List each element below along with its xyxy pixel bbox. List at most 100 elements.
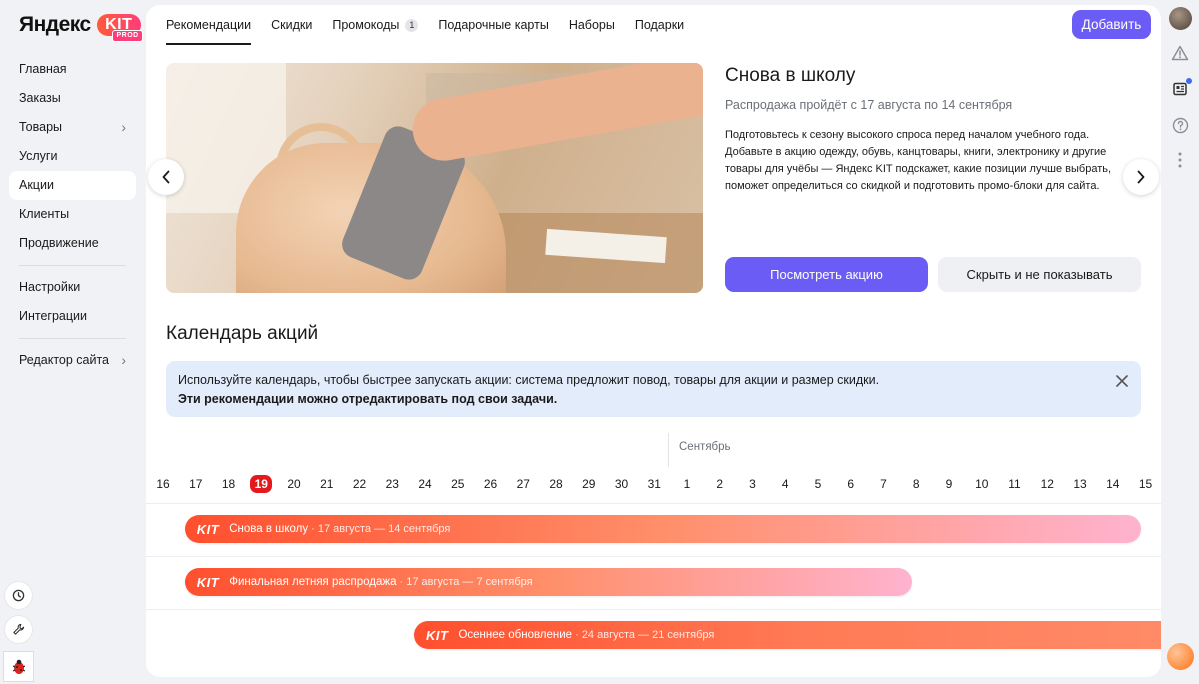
today-day-label: 19 <box>250 475 273 493</box>
promo-subtitle: Распродажа пройдёт с 17 августа по 14 се… <box>725 98 1013 112</box>
carousel-prev-button[interactable] <box>148 159 184 195</box>
sidebar-item-label: Главная <box>19 62 67 76</box>
sidebar-item-label: Заказы <box>19 91 61 105</box>
day-label: 8 <box>912 477 920 491</box>
day-label: 20 <box>287 477 301 491</box>
day-label: 31 <box>647 477 661 491</box>
tab-label: Наборы <box>568 18 615 32</box>
chevron-right-icon <box>1137 170 1145 184</box>
wrench-icon[interactable] <box>5 616 32 643</box>
event-name: Осеннее обновление <box>458 629 573 641</box>
logo-text: Яндекс <box>19 13 91 36</box>
count-badge: 1 <box>405 19 419 32</box>
day-label: 18 <box>221 477 236 491</box>
row-divider <box>146 556 1161 557</box>
day-label: 6 <box>847 477 855 491</box>
sidebar-item-label: Настройки <box>19 280 81 294</box>
add-button[interactable]: Добавить <box>1072 10 1151 39</box>
day-label: 11 <box>1008 477 1021 491</box>
sidebar-item-label: Клиенты <box>19 207 70 221</box>
day-label: 21 <box>320 477 334 491</box>
sidebar-item-orders[interactable]: Заказы <box>9 84 136 113</box>
tab-promocodes[interactable]: Промокоды 1 <box>332 5 419 45</box>
day-label: 13 <box>1073 477 1087 491</box>
promo-title: Снова в школу <box>725 65 856 86</box>
day-label: 22 <box>352 477 367 491</box>
info-text: Используйте календарь, чтобы быстрее зап… <box>178 373 880 387</box>
hide-promotion-button[interactable]: Скрыть и не показывать <box>938 257 1141 292</box>
sidebar-item-clients[interactable]: Клиенты <box>9 200 136 229</box>
sidebar-item-site-editor[interactable]: Редактор сайта › <box>9 346 136 375</box>
calendar-event-bar[interactable]: KIT Осеннее обновление · 24 августа — 21 с… <box>414 621 1161 649</box>
logo-prod-badge: PROD <box>112 30 143 42</box>
sidebar-item-marketing[interactable]: Продвижение <box>9 229 136 258</box>
sidebar-item-settings[interactable]: Настройки <box>9 273 136 302</box>
info-banner: Используйте календарь, чтобы быстрее зап… <box>166 361 1141 417</box>
tab-discounts[interactable]: Скидки <box>271 5 312 45</box>
event-dates: · 24 августа — 21 сентября <box>575 629 715 641</box>
logo-kit: KIT PROD <box>96 14 143 42</box>
day-label: 24 <box>418 477 432 491</box>
sidebar-item-label: Интеграции <box>19 309 88 323</box>
chevron-left-icon <box>162 170 170 184</box>
kit-logo-icon: KIT <box>196 521 220 537</box>
month-divider <box>668 433 669 467</box>
avatar[interactable] <box>1169 7 1192 30</box>
day-label: 14 <box>1106 477 1120 491</box>
sidebar-item-promotions[interactable]: Акции <box>9 171 136 200</box>
event-name: Снова в школу <box>229 523 309 535</box>
calendar-title: Календарь акций <box>166 323 319 344</box>
calendar-days: 16 17 18 19 20 21 22 23 24 25 26 27 28 29 30 31 1 2 3 4 5 6 7 8… <box>146 475 1161 493</box>
tab-gifts[interactable]: Подарки <box>635 5 684 45</box>
tab-label: Подарочные карты <box>438 18 549 32</box>
close-icon[interactable] <box>1115 373 1129 393</box>
notification-dot <box>1186 78 1192 84</box>
more-icon[interactable] <box>1168 148 1192 172</box>
divider <box>19 338 126 339</box>
day-label: 10 <box>975 477 989 491</box>
day-label: 17 <box>189 477 203 491</box>
sidebar-item-integrations[interactable]: Интеграции <box>9 302 136 331</box>
chevron-right-icon: › <box>121 352 126 368</box>
day-label: 12 <box>1040 477 1054 491</box>
sidebar-item-main[interactable]: Главная <box>9 55 136 84</box>
day-label: 1 <box>683 477 691 491</box>
assistant-orb-icon[interactable] <box>1167 643 1194 670</box>
day-label: 15 <box>1138 477 1153 491</box>
help-icon[interactable] <box>1168 113 1192 137</box>
tab-recommendations[interactable]: Рекомендации <box>166 5 252 45</box>
sidebar-item-products[interactable]: Товары › <box>9 113 136 142</box>
divider <box>19 265 126 266</box>
kit-logo-icon: KIT <box>196 574 220 590</box>
sidebar-item-label: Акции <box>19 178 54 192</box>
calendar-event-bar[interactable]: KIT Снова в школу · 17 августа — 14 сентяб… <box>184 515 1142 543</box>
main-panel: Рекомендации Скидки Промокоды 1 Подарочны… <box>146 5 1161 677</box>
day-label: 9 <box>945 477 953 491</box>
sidebar-item-label: Редактор сайта <box>19 353 110 367</box>
day-label: 5 <box>814 477 822 491</box>
warning-icon[interactable] <box>1168 41 1192 65</box>
sidebar-item-services[interactable]: Услуги <box>9 142 136 171</box>
tab-label: Промокоды <box>332 18 400 32</box>
day-label: 27 <box>516 477 530 491</box>
sidebar-item-label: Товары <box>19 120 62 134</box>
sidebar-item-label: Услуги <box>19 149 58 163</box>
view-promotion-button[interactable]: Посмотреть акцию <box>725 257 928 292</box>
day-label: 4 <box>781 477 789 491</box>
sidebar-nav: Главная Заказы Товары › Услуги Акции Клие… <box>9 55 136 375</box>
calendar-event-bar[interactable]: KIT Финальная летняя распродажа · 17 авгус… <box>184 568 912 596</box>
bug-icon[interactable] <box>3 651 34 682</box>
logo[interactable]: Яндекс KIT PROD <box>19 13 143 42</box>
chevron-right-icon: › <box>121 119 126 135</box>
tab-bundles[interactable]: Наборы <box>569 5 615 45</box>
day-label: 2 <box>716 477 724 491</box>
day-label: 26 <box>483 477 498 491</box>
event-dates: · 17 августа — 14 сентября <box>311 523 451 535</box>
day-label: 7 <box>880 477 887 491</box>
clock-icon[interactable] <box>5 582 32 609</box>
tab-label: Подарки <box>634 18 685 32</box>
tab-label: Скидки <box>271 18 313 32</box>
tab-gift-cards[interactable]: Подарочные карты <box>438 5 548 45</box>
day-label: 3 <box>749 477 756 491</box>
month-label: Сентябрь <box>679 441 731 453</box>
